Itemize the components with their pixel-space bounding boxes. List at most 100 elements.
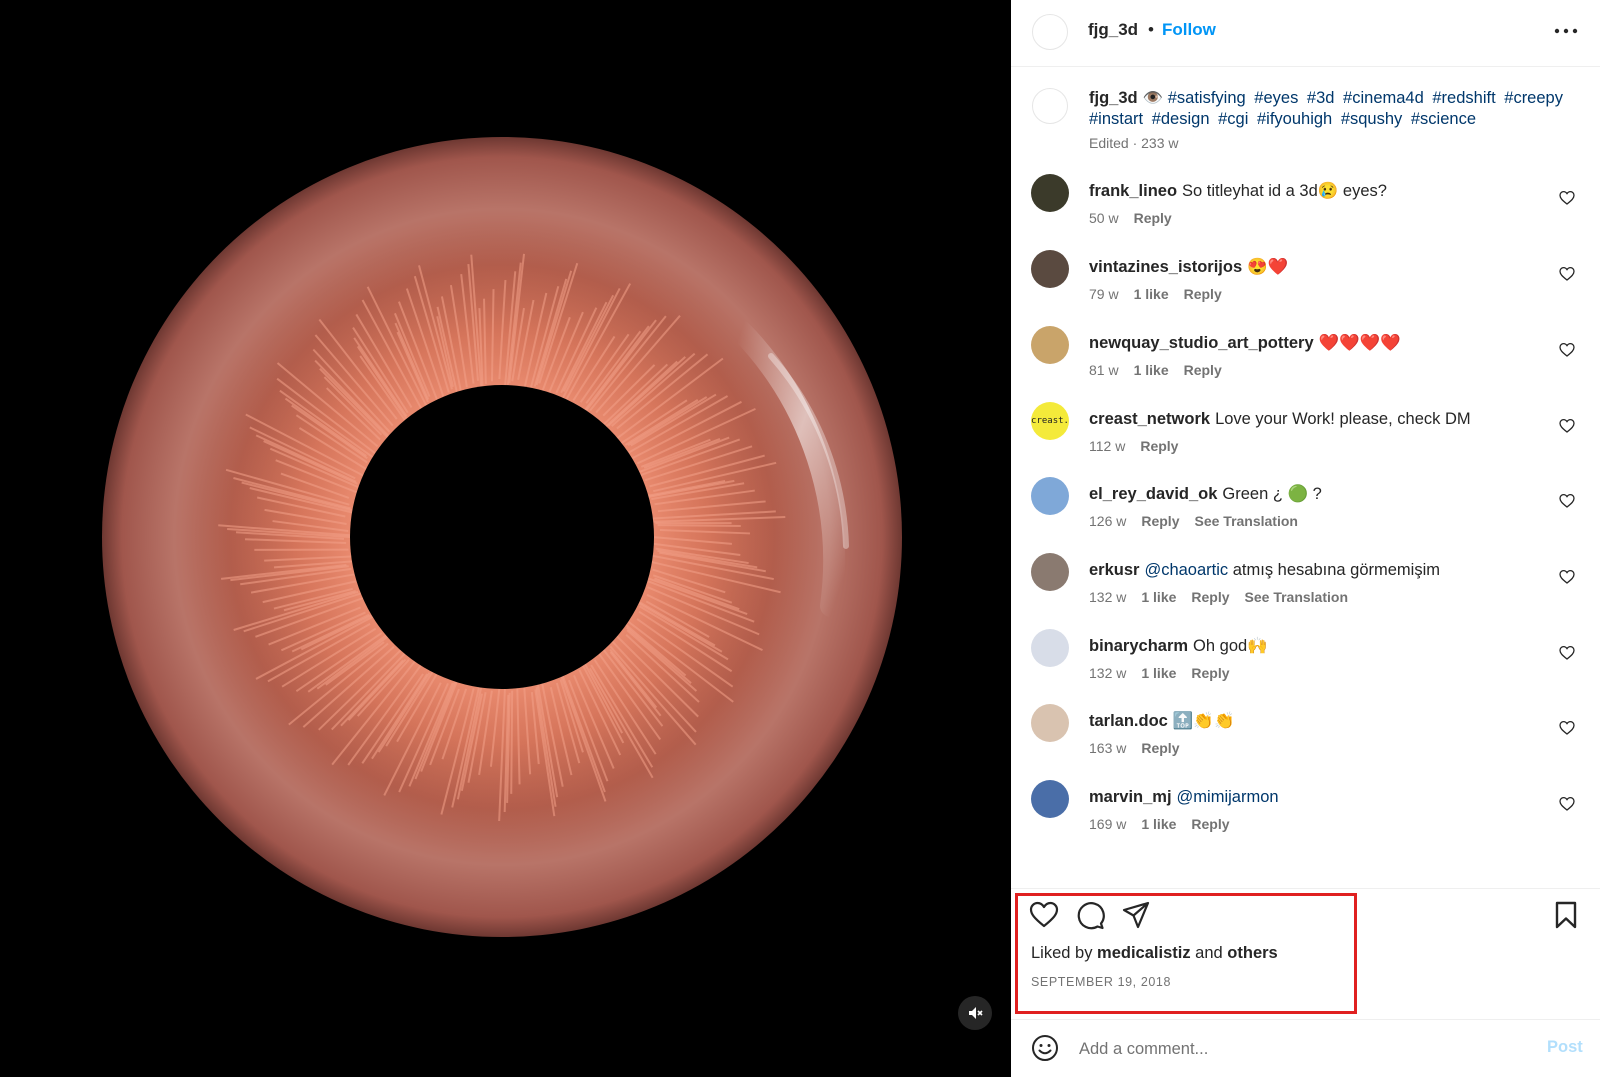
commenter-avatar[interactable]	[1031, 250, 1069, 288]
comment-likes[interactable]: 1 like	[1134, 362, 1169, 378]
comment-like-heart-icon[interactable]	[1559, 796, 1575, 812]
hashtag-link[interactable]: #design	[1152, 110, 1210, 128]
caption-username[interactable]: fjg_3d	[1089, 89, 1138, 107]
comment-like-heart-icon[interactable]	[1559, 418, 1575, 434]
see-translation-button[interactable]: See Translation	[1194, 513, 1297, 529]
comment-item: creast.creast_networkLove your Work! ple…	[1011, 410, 1600, 486]
caption-avatar[interactable]	[1032, 88, 1068, 124]
comment-text-line: creast_networkLove your Work! please, ch…	[1089, 410, 1471, 429]
liked-user[interactable]: medicalistiz	[1097, 944, 1191, 962]
comment-text-line: erkusr @chaoartic atmış hesabına görmemiş…	[1089, 561, 1440, 580]
hashtag-link[interactable]: #eyes	[1254, 89, 1298, 107]
commenter-avatar[interactable]	[1031, 629, 1069, 667]
post-media[interactable]	[0, 0, 1011, 1077]
likes-summary: Liked by medicalistiz and others	[1031, 944, 1278, 963]
hashtag-link[interactable]: #cgi	[1218, 110, 1248, 128]
comment-like-heart-icon[interactable]	[1559, 720, 1575, 736]
reply-button[interactable]: Reply	[1191, 665, 1229, 681]
commenter-avatar[interactable]	[1031, 780, 1069, 818]
heart-icon[interactable]	[1029, 900, 1059, 930]
hashtag-link[interactable]: #satisfying	[1168, 89, 1246, 107]
author-username[interactable]: fjg_3d	[1088, 20, 1138, 40]
comment-meta: 126 wReplySee Translation	[1089, 513, 1313, 529]
comment-text: atmış hesabına görmemişim	[1228, 561, 1440, 579]
comment-likes[interactable]: 1 like	[1141, 665, 1176, 681]
commenter-username[interactable]: tarlan.doc	[1089, 712, 1168, 730]
comment-time: 81 w	[1089, 362, 1119, 378]
commenter-username[interactable]: frank_lineo	[1089, 182, 1177, 200]
comment-text-line: binarycharmOh god🙌	[1089, 637, 1268, 656]
comment-likes[interactable]: 1 like	[1141, 589, 1176, 605]
commenter-username[interactable]: newquay_studio_art_pottery	[1089, 334, 1314, 352]
reply-button[interactable]: Reply	[1141, 513, 1179, 529]
hashtag-link[interactable]: #instart	[1089, 110, 1143, 128]
mention-link[interactable]: @mimijarmon	[1177, 788, 1279, 806]
comment-like-heart-icon[interactable]	[1559, 342, 1575, 358]
comment-like-heart-icon[interactable]	[1559, 569, 1575, 585]
reply-button[interactable]: Reply	[1140, 438, 1178, 454]
author-avatar[interactable]	[1032, 14, 1068, 50]
comment-meta: 132 w1 likeReply	[1089, 665, 1245, 681]
speaker-muted-icon	[967, 1005, 983, 1021]
comment-like-heart-icon[interactable]	[1559, 645, 1575, 661]
comment-item: tarlan.doc 🔝👏👏 163 wReply	[1011, 712, 1600, 788]
see-translation-button[interactable]: See Translation	[1245, 589, 1348, 605]
liked-middle: and	[1191, 944, 1228, 962]
mention-link[interactable]: @chaoartic	[1144, 561, 1228, 579]
commenter-username[interactable]: binarycharm	[1089, 637, 1188, 655]
emoji-icon[interactable]	[1031, 1034, 1059, 1062]
comment-likes[interactable]: 1 like	[1141, 816, 1176, 832]
reply-button[interactable]: Reply	[1184, 286, 1222, 302]
hashtag-link[interactable]: #cinema4d	[1343, 89, 1424, 107]
comment-likes[interactable]: 1 like	[1134, 286, 1169, 302]
commenter-avatar[interactable]	[1031, 553, 1069, 591]
commenter-avatar[interactable]	[1031, 477, 1069, 515]
hashtag-link[interactable]: #creepy	[1504, 89, 1563, 107]
commenter-avatar[interactable]	[1031, 174, 1069, 212]
follow-button[interactable]: Follow	[1162, 20, 1216, 40]
comment-text: ❤️❤️❤️❤️	[1319, 334, 1401, 352]
comment-time: 169 w	[1089, 816, 1126, 832]
mute-button[interactable]	[958, 996, 992, 1030]
comment-meta: 112 wReply	[1089, 438, 1193, 454]
liked-others[interactable]: others	[1227, 944, 1277, 962]
comment-time: 79 w	[1089, 286, 1119, 302]
reply-button[interactable]: Reply	[1134, 210, 1172, 226]
comment-time: 132 w	[1089, 589, 1126, 605]
reply-button[interactable]: Reply	[1191, 589, 1229, 605]
comment-icon[interactable]	[1075, 900, 1105, 930]
comment-meta: 163 wReply	[1089, 740, 1194, 756]
comment-like-heart-icon[interactable]	[1559, 266, 1575, 282]
hashtag-link[interactable]: #redshift	[1432, 89, 1495, 107]
post-comment-button[interactable]: Post	[1547, 1038, 1583, 1057]
comment-like-heart-icon[interactable]	[1559, 493, 1575, 509]
commenter-avatar[interactable]	[1031, 326, 1069, 364]
commenter-username[interactable]: vintazines_istorijos	[1089, 258, 1242, 276]
comment-text-line: tarlan.doc 🔝👏👏	[1089, 712, 1235, 731]
commenter-username[interactable]: creast_network	[1089, 410, 1210, 428]
commenter-username[interactable]: el_rey_david_ok	[1089, 485, 1217, 503]
comment-item: binarycharmOh god🙌132 w1 likeReply	[1011, 637, 1600, 713]
commenter-avatar[interactable]: creast.	[1031, 402, 1069, 440]
post-date[interactable]: SEPTEMBER 19, 2018	[1031, 975, 1171, 989]
hashtag-link[interactable]: #3d	[1307, 89, 1335, 107]
comment-meta: 132 w 1 like Reply See Translation	[1089, 589, 1363, 605]
share-icon[interactable]	[1121, 900, 1151, 930]
hashtag-link[interactable]: #science	[1411, 110, 1476, 128]
reply-button[interactable]: Reply	[1191, 816, 1229, 832]
comment-item: frank_lineoSo titleyhat id a 3d😢 eyes?50…	[1011, 182, 1600, 258]
reply-button[interactable]: Reply	[1184, 362, 1222, 378]
comment-meta: 169 w 1 like Reply	[1089, 816, 1245, 832]
bookmark-icon[interactable]	[1551, 900, 1581, 930]
commenter-username[interactable]: erkusr	[1089, 561, 1139, 579]
add-comment-bar: Post	[1011, 1019, 1600, 1078]
commenter-avatar[interactable]	[1031, 704, 1069, 742]
more-horizontal-icon[interactable]	[1551, 20, 1581, 42]
comment-like-heart-icon[interactable]	[1559, 190, 1575, 206]
commenter-username[interactable]: marvin_mj	[1089, 788, 1172, 806]
reply-button[interactable]: Reply	[1141, 740, 1179, 756]
comment-text: 🔝👏👏	[1173, 712, 1235, 730]
hashtag-link[interactable]: #squshy	[1341, 110, 1402, 128]
comment-input[interactable]	[1077, 1034, 1521, 1064]
hashtag-link[interactable]: #ifyouhigh	[1257, 110, 1332, 128]
